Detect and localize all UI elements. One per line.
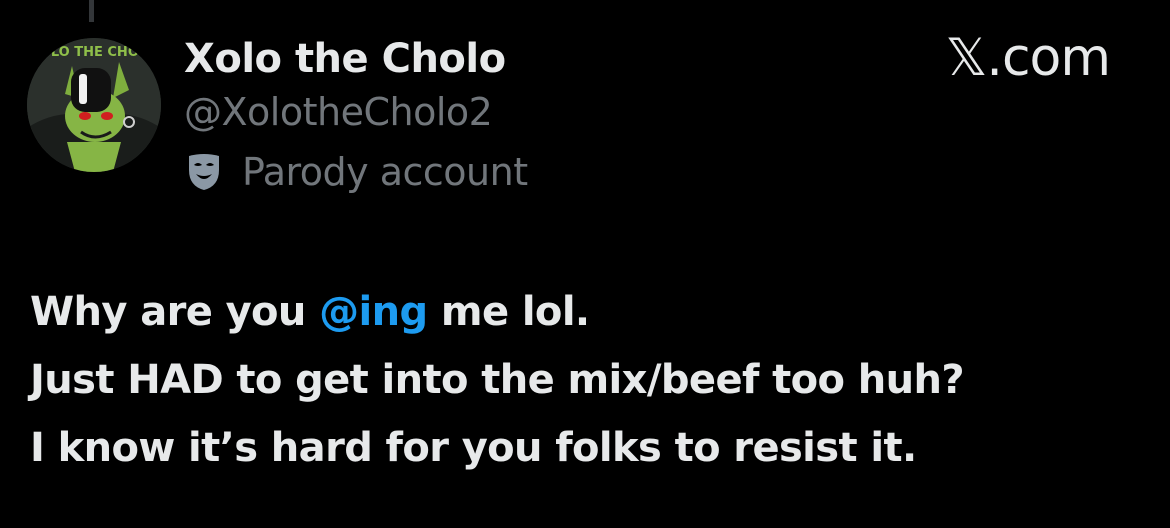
- thread-line: [89, 0, 94, 22]
- avatar[interactable]: XOLO THE CHOLO: [27, 38, 161, 172]
- parody-label: Parody account: [186, 148, 528, 196]
- avatar-image: XOLO THE CHOLO: [27, 38, 161, 172]
- x-com-watermark: 𝕏.com: [945, 28, 1111, 88]
- username-handle[interactable]: @XolotheCholo2: [184, 89, 493, 135]
- tweet-text-segment: Why are you: [30, 289, 320, 335]
- parody-label-text: Parody account: [242, 150, 528, 194]
- tweet-text-segment: me lol.: [427, 289, 590, 335]
- mention-link[interactable]: @ing: [319, 289, 428, 335]
- tweet-line-2: Just HAD to get into the mix/beef too hu…: [30, 357, 965, 403]
- display-name[interactable]: Xolo the Cholo: [184, 36, 506, 82]
- tweet-line-1: Why are you @ing me lol.: [30, 278, 1140, 346]
- avatar-text: XOLO THE CHOLO: [30, 45, 158, 60]
- theater-mask-icon: [189, 154, 219, 190]
- tweet-text: Why are you @ing me lol. Just HAD to get…: [30, 278, 1140, 482]
- tweet-line-3: I know it’s hard for you folks to resist…: [30, 425, 917, 471]
